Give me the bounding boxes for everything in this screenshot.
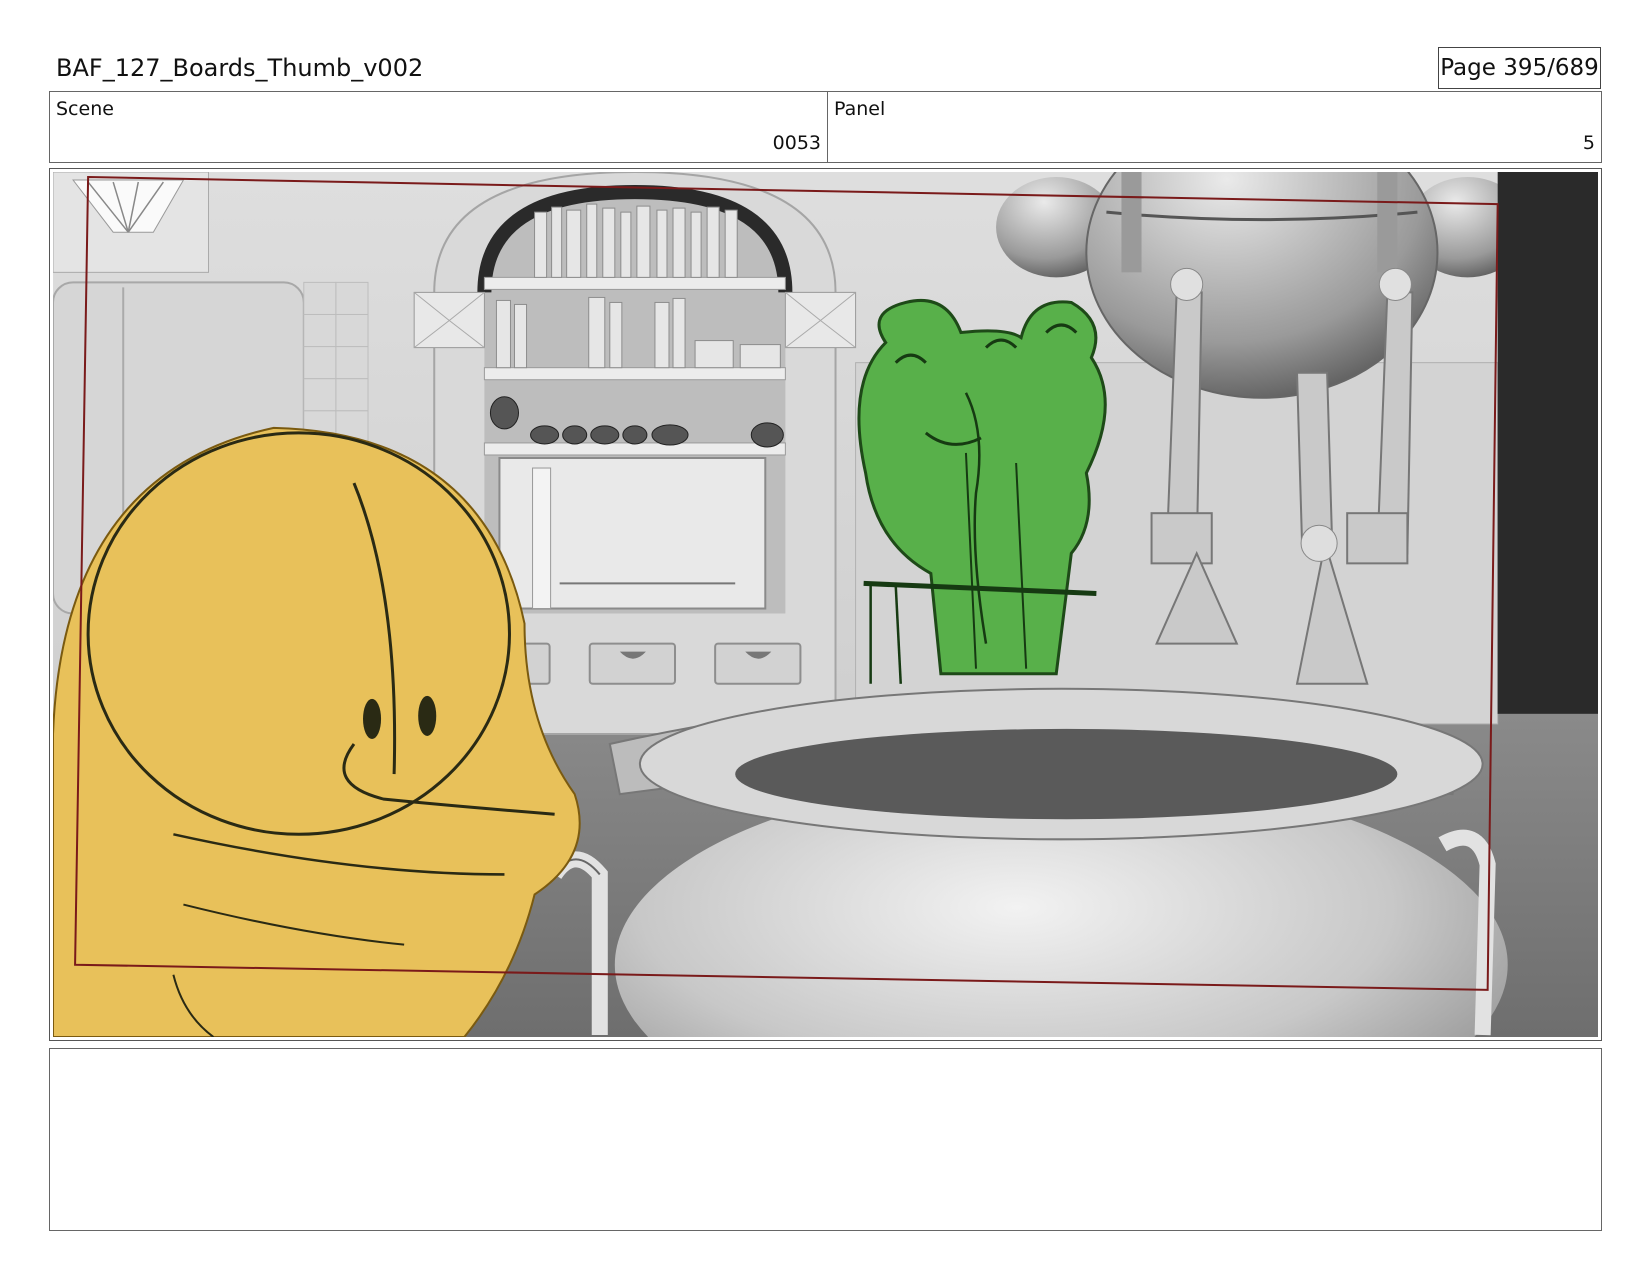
notes-box	[49, 1048, 1602, 1231]
panel-value: 5	[1582, 132, 1595, 154]
drawers	[503, 642, 802, 685]
scene-value: 0053	[772, 132, 821, 154]
panel-label: Panel	[834, 98, 886, 120]
panel-cell: Panel 5	[828, 92, 1601, 162]
document-title: BAF_127_Boards_Thumb_v002	[56, 54, 424, 82]
wall-tiles	[303, 281, 369, 444]
scene-cell: Scene 0053	[50, 92, 828, 162]
page-number: Page 395/689	[1438, 47, 1601, 89]
storyboard-image	[53, 172, 1598, 1037]
scene-label: Scene	[56, 98, 114, 120]
storyboard-frame	[49, 168, 1602, 1041]
info-row: Scene 0053 Panel 5	[49, 91, 1602, 163]
cauldron	[547, 687, 1508, 1037]
